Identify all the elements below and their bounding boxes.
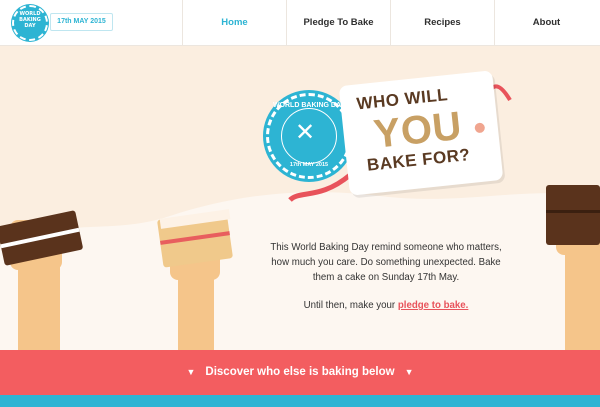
tag-card: WHO WILL YOU BAKE FOR? [338, 70, 504, 196]
double-chevron-down-icon: ▼ [186, 367, 196, 377]
discover-label: Discover who else is baking below [205, 366, 395, 378]
pledge-cta-prefix: Until then, make your [303, 300, 398, 311]
intro-paragraph: This World Baking Day remind someone who… [270, 242, 502, 283]
pledge-to-bake-link[interactable]: pledge to bake. [398, 300, 469, 311]
ribbon-string [288, 84, 512, 203]
seal-title: WORLD BAKING DAY [272, 102, 346, 109]
discover-bar[interactable]: ▼ Discover who else is baking below ▼ [0, 350, 600, 395]
discover-bar-content: ▼ Discover who else is baking below ▼ [0, 350, 600, 395]
world-baking-day-seal: WORLD BAKING DAY ✕ 17th MAY 2015 [266, 93, 352, 179]
footer-strip [0, 395, 600, 407]
pledge-cta: Until then, make your pledge to bake. [266, 300, 506, 311]
tag-hole [470, 119, 489, 137]
whisk-spoon-icon: ✕ [295, 118, 316, 146]
seal-date: 17th MAY 2015 [289, 162, 329, 168]
double-chevron-down-icon: ▼ [404, 367, 414, 377]
who-will-you-bake-for-tag: WHO WILL YOU BAKE FOR? [338, 70, 514, 196]
